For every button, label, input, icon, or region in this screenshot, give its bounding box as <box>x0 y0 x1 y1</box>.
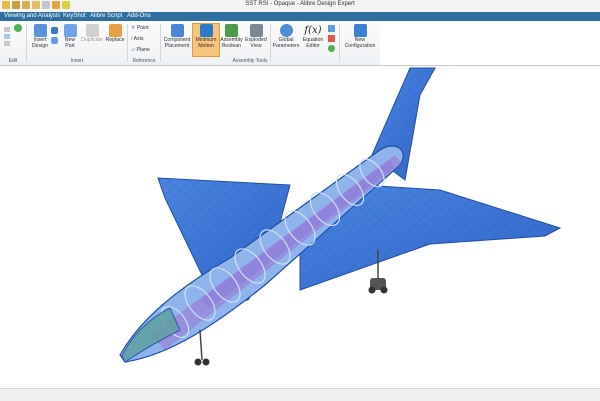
group-label-edit: Edit <box>8 58 18 64</box>
menu-viewing-and-analysis[interactable]: Viewing and Analysis <box>4 13 60 19</box>
front-landing-gear <box>194 329 210 366</box>
equation-editor-icon: f(x) <box>304 25 322 36</box>
configuration-small-icon[interactable] <box>328 45 335 52</box>
point-icon: ✕ <box>131 25 136 31</box>
parameters-small-icon[interactable] <box>328 25 335 32</box>
axis-button[interactable]: / Axis <box>131 36 143 42</box>
menu-bar: Viewing and Analysis KeyShot Alibre Scri… <box>0 12 600 21</box>
replace-icon <box>108 24 122 37</box>
divider <box>339 24 340 62</box>
plane-button[interactable]: ▱ Plane <box>131 47 150 53</box>
add-icon[interactable] <box>14 24 22 32</box>
menu-alibre-script[interactable]: Alibre Script <box>90 13 122 19</box>
remove-small-icon[interactable] <box>328 35 335 42</box>
duplicate-button[interactable]: Duplicate <box>80 24 104 44</box>
divider <box>26 24 27 62</box>
insert-design-icon <box>33 24 47 37</box>
delete-icon[interactable] <box>4 41 10 46</box>
window-title: SST RSI - Opaque - Alibre Design Expert <box>245 1 355 7</box>
new-configuration-button[interactable]: New Configuration <box>341 24 379 49</box>
menu-keyshot[interactable]: KeyShot <box>63 13 86 19</box>
copy-icon[interactable] <box>4 34 10 39</box>
ribbon-empty-area <box>380 21 600 65</box>
plane-icon: ▱ <box>131 47 135 53</box>
duplicate-icon <box>85 24 99 37</box>
group-label-reference: Reference <box>132 58 156 64</box>
assembly-boolean-icon <box>225 24 238 37</box>
exploded-view-icon <box>249 24 263 37</box>
axis-icon: / <box>131 36 133 42</box>
assembly-boolean-button[interactable]: Assembly Boolean <box>219 24 244 49</box>
group-label-assembly-tools: Assembly Tools <box>232 58 268 64</box>
insert-design-button[interactable]: Insert Design <box>29 24 51 49</box>
minimum-motion-button[interactable]: Minimum Motion <box>192 23 220 57</box>
menu-add-ons[interactable]: Add-Ons <box>127 13 151 19</box>
group-label-insert: Insert <box>70 58 84 64</box>
divider <box>160 24 161 62</box>
new-part-icon <box>63 24 77 37</box>
divider <box>127 24 128 62</box>
global-parameters-button[interactable]: Global Parameters <box>272 24 300 49</box>
part-icon[interactable] <box>51 27 58 34</box>
new-part-button[interactable]: New Part <box>60 24 80 49</box>
component-placement-icon <box>170 24 184 37</box>
model-viewport[interactable] <box>0 66 600 386</box>
equation-editor-button[interactable]: f(x) Equation Editor <box>300 24 326 49</box>
ribbon: Edit Insert Design New Part Duplicate Re… <box>0 21 600 66</box>
cut-icon[interactable] <box>4 27 10 32</box>
status-bar <box>0 388 600 401</box>
new-configuration-icon <box>353 24 367 37</box>
divider <box>270 24 271 62</box>
aircraft-model[interactable] <box>0 66 600 386</box>
exploded-view-button[interactable]: Exploded View <box>244 24 268 49</box>
component-placement-button[interactable]: Component Placement <box>162 24 192 49</box>
minimum-motion-icon <box>199 24 213 37</box>
assembly-icon[interactable] <box>51 37 58 44</box>
point-button[interactable]: ✕ Point <box>131 25 149 31</box>
replace-button[interactable]: Replace <box>104 24 126 44</box>
global-parameters-icon <box>279 24 293 37</box>
